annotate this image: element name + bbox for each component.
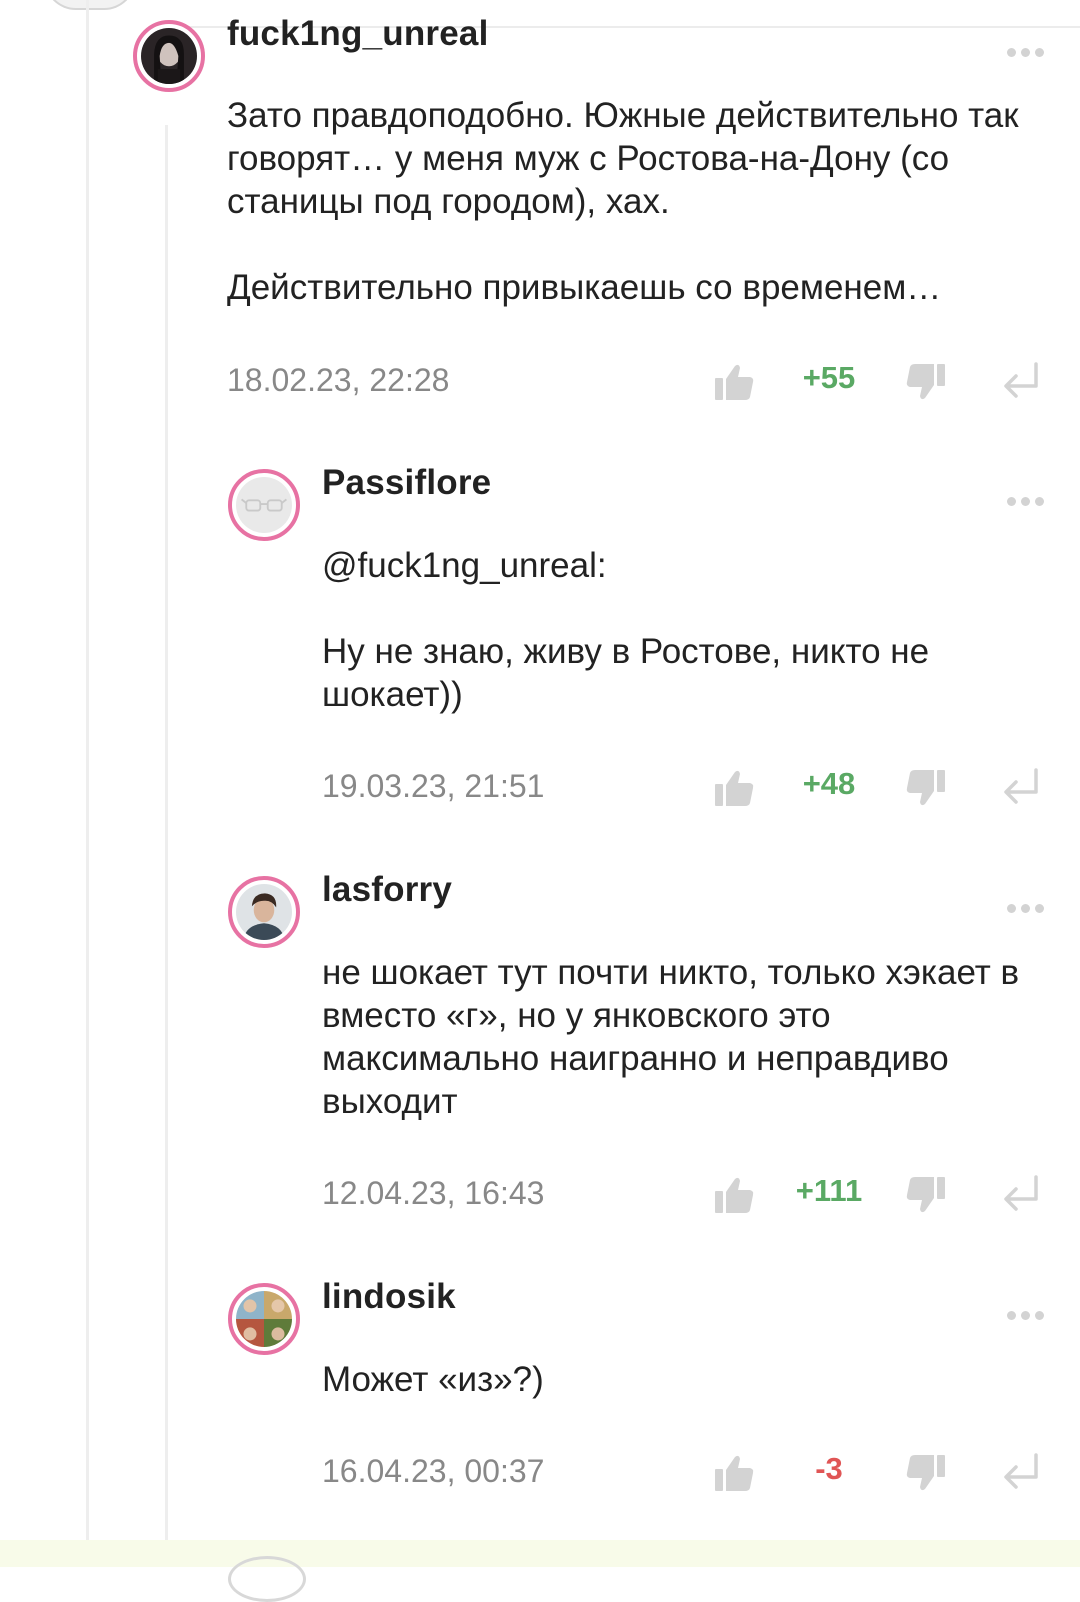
- thumbs-up-icon[interactable]: [713, 1173, 757, 1217]
- thumbs-down-icon[interactable]: [903, 1173, 947, 1217]
- comment-paragraph: @fuck1ng_unreal:: [322, 546, 607, 585]
- comment-paragraph: не шокает тут почти никто, только хэкает…: [322, 953, 1020, 1121]
- next-comment-highlight: [0, 1540, 1080, 1567]
- reply-icon[interactable]: [999, 1173, 1043, 1217]
- comment-meta: 16.04.23, 00:37 -3: [322, 1451, 1080, 1501]
- avatar[interactable]: [228, 876, 300, 948]
- thumbs-up-icon[interactable]: [713, 1451, 757, 1495]
- rating-score: +111: [795, 1173, 863, 1208]
- comment-meta: 19.03.23, 21:51 +48: [322, 766, 1080, 816]
- reply-icon[interactable]: [999, 360, 1043, 404]
- comment-date: 19.03.23, 21:51: [322, 768, 545, 804]
- username[interactable]: lasforry: [322, 870, 452, 910]
- comment-date: 12.04.23, 16:43: [322, 1175, 545, 1211]
- rating-score: -3: [815, 1451, 843, 1486]
- comment-paragraph: Зато правдоподобно. Южные действительно …: [227, 96, 1019, 221]
- reply-icon[interactable]: [999, 766, 1043, 810]
- glasses-placeholder-icon: [236, 477, 292, 533]
- more-options-icon[interactable]: [1007, 904, 1044, 913]
- username[interactable]: fuck1ng_unreal: [227, 14, 489, 54]
- thumbs-down-icon[interactable]: [903, 766, 947, 810]
- thumbs-down-icon[interactable]: [903, 1451, 947, 1495]
- comment: Passiflore @fuck1ng_unreal: Ну не знаю, …: [228, 463, 1080, 829]
- person-photo-icon: [236, 884, 292, 940]
- comment-paragraph: Действительно привыкаешь со временем…: [227, 268, 942, 307]
- comment: fuck1ng_unreal Зато правдоподобно. Южные…: [133, 14, 1080, 410]
- comment-text: Зато правдоподобно. Южные действительно …: [227, 94, 1040, 309]
- next-comment-avatar: [228, 1556, 306, 1602]
- comment-meta: 12.04.23, 16:43 +111: [322, 1173, 1080, 1223]
- thread-line-outer: [86, 0, 89, 1567]
- avatar[interactable]: [133, 20, 205, 92]
- comment: lasforry не шокает тут почти никто, толь…: [228, 870, 1080, 1236]
- rating-score: +55: [802, 360, 856, 395]
- reply-icon[interactable]: [999, 1451, 1043, 1495]
- rating-score: +48: [802, 766, 856, 801]
- collage-photo-icon: [236, 1291, 292, 1347]
- username[interactable]: Passiflore: [322, 463, 491, 503]
- more-options-icon[interactable]: [1007, 48, 1044, 57]
- dark-hair-portrait-icon: [141, 28, 197, 84]
- username[interactable]: lindosik: [322, 1277, 456, 1317]
- comment-text: Может «из»?): [322, 1358, 1040, 1401]
- thumbs-down-icon[interactable]: [903, 360, 947, 404]
- thumbs-up-icon[interactable]: [713, 360, 757, 404]
- comment-date: 18.02.23, 22:28: [227, 362, 450, 398]
- comment-text: не шокает тут почти никто, только хэкает…: [322, 951, 1040, 1123]
- previous-comment-avatar: [44, 0, 136, 10]
- comment-paragraph: Может «из»?): [322, 1360, 544, 1399]
- comment-text: @fuck1ng_unreal: Ну не знаю, живу в Рост…: [322, 544, 1040, 716]
- thumbs-up-icon[interactable]: [713, 766, 757, 810]
- comment-paragraph: Ну не знаю, живу в Ростове, никто не шок…: [322, 632, 930, 714]
- comment-meta: 18.02.23, 22:28 +55: [227, 360, 1080, 410]
- comment: lindosik Может «из»?) 16.04.23, 00:37 -3: [228, 1277, 1080, 1523]
- comment-date: 16.04.23, 00:37: [322, 1453, 545, 1489]
- more-options-icon[interactable]: [1007, 1311, 1044, 1320]
- avatar[interactable]: [228, 469, 300, 541]
- avatar[interactable]: [228, 1283, 300, 1355]
- more-options-icon[interactable]: [1007, 497, 1044, 506]
